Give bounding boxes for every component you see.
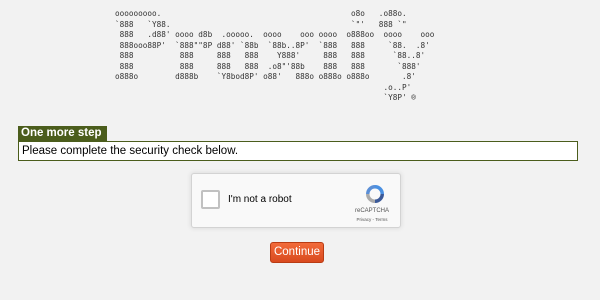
- recaptcha-terms-link[interactable]: Terms: [375, 217, 387, 222]
- step-title: One more step: [18, 126, 107, 141]
- recaptcha-links: Privacy - Terms: [342, 217, 402, 222]
- proxify-ascii-logo: ooooooooo. o8o .o88o. `888 `Y88. `"' 888…: [115, 9, 435, 102]
- recaptcha-label: I'm not a robot: [228, 194, 292, 205]
- recaptcha-privacy-link[interactable]: Privacy: [357, 217, 372, 222]
- recaptcha-brand: reCAPTCHA: [354, 208, 389, 214]
- step-message: Please complete the security check below…: [18, 141, 578, 161]
- continue-button[interactable]: Continue: [270, 242, 324, 263]
- recaptcha-widget: I'm not a robot reCAPTCHA Privacy - Term…: [191, 173, 401, 228]
- recaptcha-checkbox[interactable]: [201, 190, 220, 209]
- recaptcha-logo-icon: [366, 185, 384, 203]
